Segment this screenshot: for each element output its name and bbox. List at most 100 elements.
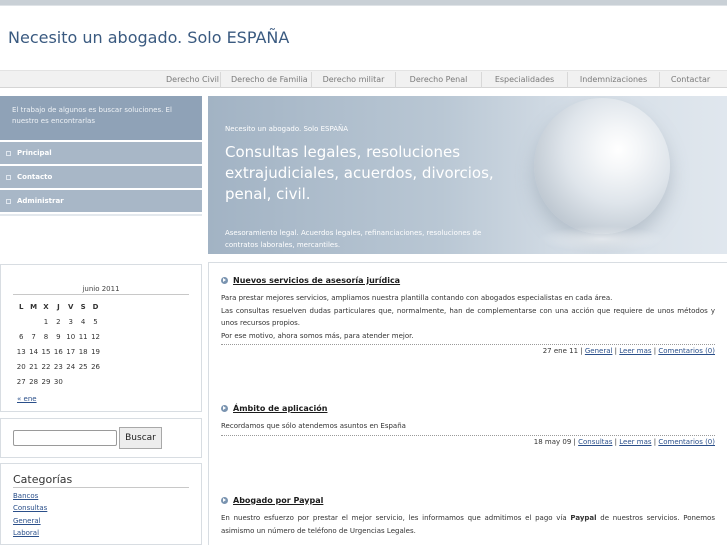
read-more-link[interactable]: Leer mas [619,438,651,446]
calendar-day: 16 [53,347,63,356]
calendar-day: 6 [18,332,24,341]
sidebar-tagline: El trabajo de algunos es buscar solucion… [0,96,202,140]
calendar-week-row: 12345 [15,314,102,329]
sphere-reflection [538,226,666,252]
bullet-arrow-icon [221,276,228,284]
category-link-consultas[interactable]: Consultas [13,502,47,514]
top-bar [0,0,727,6]
nav-item-derecho-militar[interactable]: Derecho militar [311,72,395,88]
calendar-day: 5 [93,317,98,326]
calendar-day: 3 [68,317,73,326]
calendar-weekday: V [68,302,74,311]
hero-site-name: Necesito un abogado. Solo ESPAÑA [225,125,349,133]
post-title-link[interactable]: Nuevos servicios de asesoría jurídica [233,276,400,285]
post-meta: 27 ene 11 | General | Leer mas | Comenta… [221,344,715,355]
calendar-weekday: S [80,302,86,311]
sidebar-item-administrar[interactable]: Administrar [0,190,202,212]
calendar-grid: L M X J V S D 1 2 3 4 5 6 7 8 9 10 11 12 13 14 15 16 17 18 19 20 21… [15,299,102,389]
calendar-day: 20 [16,362,26,371]
nav-item-derecho-civil[interactable]: Derecho Civil [156,72,220,88]
calendar-week-row: 27 28 29 30 [15,374,102,389]
calendar-day: 14 [29,347,39,356]
nav-item-derecho-de-familia[interactable]: Derecho de Familia [220,72,311,88]
main-navigation: Derecho Civil Derecho de Familia Derecho… [0,70,727,88]
comments-link[interactable]: Comentarios (0) [658,347,715,355]
nav-item-indemnizaciones[interactable]: Indemnizaciones [567,72,659,88]
post-body: Para prestar mejores servicios, ampliamo… [221,292,715,342]
calendar-widget: junio 2011 L M X J V S D 1 2 3 4 5 6 7 8 9 10 11 12 13 14 15 1… [0,264,202,412]
calendar-day: 8 [43,332,49,341]
sidebar-item-label: Contacto [17,173,53,181]
calendar-day: 10 [66,332,76,341]
post-3: Abogado por Paypal En nuestro esfuerzo p… [221,494,715,537]
read-more-link[interactable]: Leer mas [619,347,651,355]
nav-item-derecho-penal[interactable]: Derecho Penal [395,72,481,88]
post-category-link[interactable]: General [585,347,613,355]
calendar-day: 30 [53,377,63,386]
post-paragraph: Recordamos que sólo atendemos asuntos en… [221,422,406,430]
calendar-week-row: 13 14 15 16 17 18 19 [15,344,102,359]
nav-item-especialidades[interactable]: Especialidades [481,72,567,88]
calendar-month: junio 2011 [13,285,189,295]
post-category-link[interactable]: Consultas [578,438,612,446]
calendar-prev-link[interactable]: « ene [17,395,37,403]
calendar-day: 21 [29,362,39,371]
bullet-arrow-icon [221,404,228,412]
calendar-day: 4 [80,317,86,326]
sidebar-item-label: Administrar [17,197,64,205]
calendar-weekday: M [30,302,38,311]
category-link-general[interactable]: General [13,515,47,527]
calendar-day: 11 [78,332,88,341]
post-1: Nuevos servicios de asesoría jurídica Pa… [221,274,715,355]
post-meta: 18 may 09 | Consultas | Leer mas | Comen… [221,434,715,446]
calendar-day: 15 [41,347,51,356]
calendar-week-row: 6 7 8 9 10 11 12 [15,329,102,344]
search-button[interactable]: Buscar [119,427,162,449]
calendar-weekday: X [43,302,49,311]
calendar-week-row: 20 21 22 23 24 25 26 [15,359,102,374]
post-text: En nuestro esfuerzo por prestar el mejor… [221,514,571,522]
calendar-day: 25 [78,362,88,371]
post-title-link[interactable]: Abogado por Paypal [233,496,323,505]
sidebar-item-principal[interactable]: Principal [0,142,202,164]
calendar-day: 2 [56,317,61,326]
post-body: Recordamos que sólo atendemos asuntos en… [221,420,715,433]
post-body: En nuestro esfuerzo por prestar el mejor… [221,512,715,537]
calendar-weekday: J [57,302,60,311]
calendar-day: 23 [53,362,63,371]
nav-item-contactar[interactable]: Contactar [659,72,721,88]
calendar-day: 24 [66,362,76,371]
calendar-day: 17 [66,347,76,356]
hero-headline: Consultas legales, resoluciones extrajud… [225,143,494,203]
square-bullet-icon [6,150,11,156]
calendar-weekday-row: LMXJVSD [15,299,102,314]
post-title-link[interactable]: Ámbito de aplicación [233,404,327,413]
sidebar-menu: Principal Contacto Administrar [0,142,202,214]
post-text-bold: Paypal [570,514,597,522]
hero-description: Asesoramiento legal. Acuerdos legales, r… [225,229,482,249]
post-date: 18 may 09 [533,437,572,446]
calendar-day: 7 [31,332,36,341]
category-link-bancos[interactable]: Bancos [13,490,47,502]
sidebar-divider [0,214,202,216]
calendar-day: 26 [91,362,100,371]
comments-link[interactable]: Comentarios (0) [658,438,715,446]
calendar-weekday: D [92,302,99,311]
sidebar-item-contacto[interactable]: Contacto [0,166,202,188]
categories-widget: Categorías Bancos Consultas General Labo… [0,463,202,545]
post-2: Ámbito de aplicación Recordamos que sólo… [221,402,715,446]
bullet-arrow-icon [221,496,228,504]
square-bullet-icon [6,174,11,180]
calendar-day: 9 [56,332,61,341]
site-title[interactable]: Necesito un abogado. Solo ESPAÑA [8,28,289,47]
category-link-laboral[interactable]: Laboral [13,527,47,539]
search-input[interactable] [13,430,117,446]
post-paragraph: Para prestar mejores servicios, ampliamo… [221,294,613,302]
sphere-image [534,98,670,234]
calendar-day: 29 [41,377,51,386]
calendar-day: 22 [41,362,51,371]
calendar-day: 12 [91,332,100,341]
hero-banner: Necesito un abogado. Solo ESPAÑA Consult… [208,96,727,254]
post-date: 27 ene 11 [542,347,579,355]
calendar-day: 28 [29,377,39,386]
